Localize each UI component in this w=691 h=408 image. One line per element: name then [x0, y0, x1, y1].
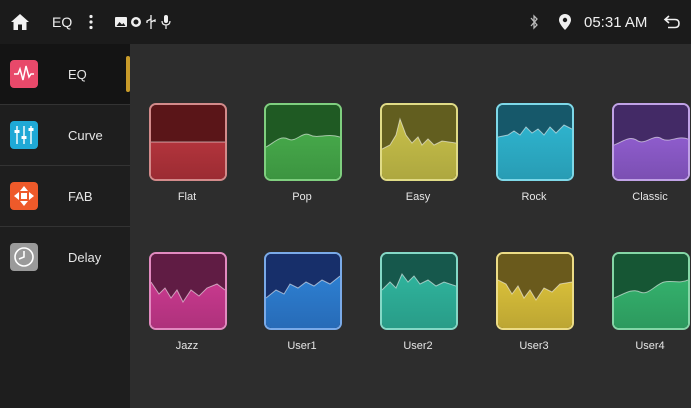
sidebar-item-label: Curve — [68, 127, 103, 143]
eq-wave-icon — [10, 60, 38, 88]
sidebar-item-label: EQ — [68, 66, 87, 82]
preset-label: User1 — [287, 340, 317, 352]
status-bar: EQ 05:31 AM — [0, 0, 691, 44]
sliders-icon — [10, 121, 38, 149]
fader-balance-icon — [10, 182, 38, 210]
clock-time: 05:31 AM — [584, 13, 648, 31]
preset-label: Rock — [521, 191, 547, 203]
usb-icon — [145, 0, 157, 44]
microphone-icon — [160, 0, 172, 44]
preset-classic[interactable]: Classic — [612, 103, 691, 223]
eq-curve-icon — [149, 103, 227, 181]
location-pin-icon — [559, 0, 571, 44]
bluetooth-icon — [529, 0, 539, 44]
eq-curve-icon — [612, 103, 690, 181]
preset-pop[interactable]: Pop — [264, 103, 344, 223]
sidebar-item-label: Delay — [68, 249, 102, 265]
preset-rock[interactable]: Rock — [496, 103, 576, 223]
eq-curve-icon — [496, 252, 574, 330]
sidebar-item-fab[interactable]: FAB — [0, 166, 130, 226]
eq-curve-icon — [149, 252, 227, 330]
eq-curve-icon — [496, 103, 574, 181]
sidebar-item-delay[interactable]: Delay — [0, 227, 130, 287]
eq-curve-icon — [380, 252, 458, 330]
sidebar: EQ Curve FAB Delay — [0, 44, 130, 408]
eq-curve-icon — [612, 252, 690, 330]
preset-easy[interactable]: Easy — [380, 103, 460, 223]
back-icon[interactable] — [663, 0, 681, 44]
clock-icon — [10, 243, 38, 271]
preset-label: Flat — [177, 191, 197, 203]
picture-icon — [115, 0, 127, 44]
preset-label: User2 — [403, 340, 433, 352]
sidebar-item-eq[interactable]: EQ — [0, 44, 130, 104]
preset-grid: Flat Pop Easy Rock Classic Jazz User1 User2 User… — [130, 44, 691, 408]
preset-label: Easy — [405, 191, 431, 203]
eq-curve-icon — [264, 103, 342, 181]
navigation-icon — [130, 0, 142, 44]
preset-user4[interactable]: User4 — [612, 252, 691, 372]
sidebar-item-curve[interactable]: Curve — [0, 105, 130, 165]
app-title: EQ — [52, 14, 73, 30]
preset-flat[interactable]: Flat — [149, 103, 229, 223]
preset-label: User4 — [635, 340, 665, 352]
preset-label: Jazz — [175, 340, 199, 352]
preset-user1[interactable]: User1 — [264, 252, 344, 372]
preset-label: User3 — [519, 340, 549, 352]
preset-label: Pop — [292, 191, 312, 203]
more-vert-icon[interactable] — [88, 0, 98, 44]
preset-user2[interactable]: User2 — [380, 252, 460, 372]
preset-jazz[interactable]: Jazz — [149, 252, 229, 372]
sidebar-item-label: FAB — [68, 188, 93, 204]
eq-curve-icon — [264, 252, 342, 330]
eq-curve-icon — [380, 103, 458, 181]
home-icon[interactable] — [10, 0, 30, 44]
preset-user3[interactable]: User3 — [496, 252, 576, 372]
preset-label: Classic — [632, 191, 668, 203]
